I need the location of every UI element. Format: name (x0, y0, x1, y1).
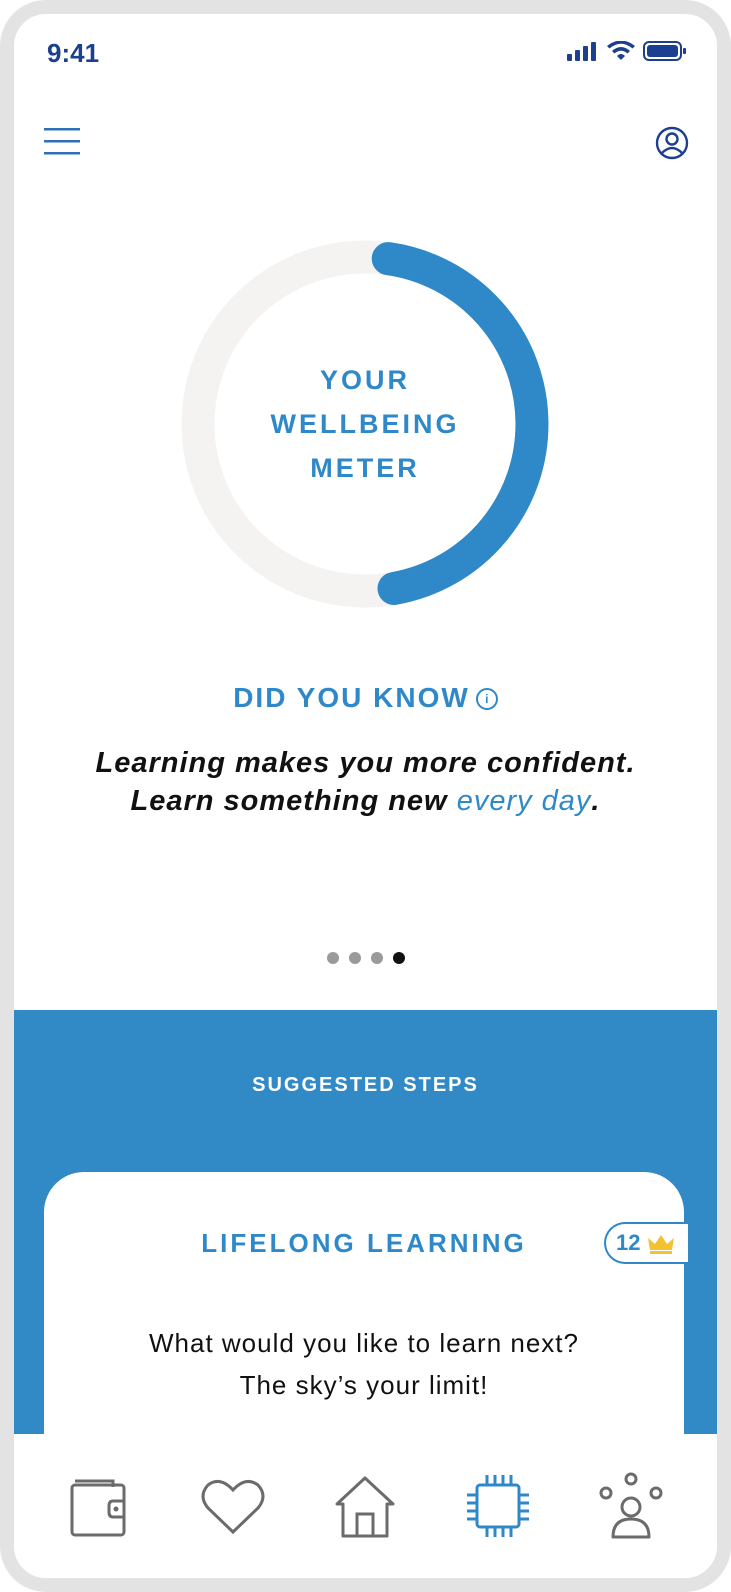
tab-community[interactable] (594, 1469, 668, 1543)
card-text: What would you like to learn next? The s… (44, 1322, 684, 1406)
phone-frame: 9:41 YOUR WELLBEING METER DID YOU KNOW i… (0, 0, 731, 1592)
community-icon (599, 1472, 663, 1539)
info-icon[interactable]: i (475, 688, 498, 710)
wellbeing-meter[interactable]: YOUR WELLBEING METER (177, 236, 553, 612)
card-text-line2: The sky’s your limit! (239, 1370, 489, 1400)
suggested-steps-title: SUGGESTED STEPS (252, 1074, 479, 1096)
pager-dot[interactable] (326, 952, 339, 964)
home-icon (335, 1476, 395, 1538)
meter-label: YOUR WELLBEING METER (177, 236, 553, 612)
status-icons (567, 40, 687, 62)
signal-icon (567, 42, 596, 61)
screen: 9:41 YOUR WELLBEING METER DID YOU KNOW i… (14, 14, 717, 1578)
profile-icon[interactable] (655, 126, 689, 160)
card-title: LIFELONG LEARNING (201, 1228, 527, 1258)
fact-end: . (591, 785, 601, 817)
chip-icon (467, 1475, 530, 1537)
tab-home[interactable] (328, 1469, 402, 1543)
suggested-steps-section: SUGGESTED STEPS LIFELONG LEARNING 12 Wha… (14, 1010, 717, 1492)
pager-dot[interactable] (370, 952, 383, 964)
crown-icon (648, 1235, 675, 1254)
wifi-icon (607, 41, 635, 60)
fact-highlight: every day (456, 785, 592, 817)
badge-value: 12 (616, 1230, 641, 1255)
tab-chip[interactable] (461, 1469, 535, 1543)
meter-label-line2: WELLBEING (270, 409, 460, 439)
card-text-line1: What would you like to learn next? (149, 1328, 579, 1358)
did-you-know-title: DID YOU KNOW (233, 682, 470, 713)
did-you-know-fact: Learning makes you more confident. Learn… (74, 744, 657, 820)
menu-icon[interactable] (44, 126, 80, 158)
tab-wallet[interactable] (63, 1469, 137, 1543)
meter-label-line1: YOUR (319, 365, 410, 395)
battery-icon (643, 41, 686, 61)
meter-label-line3: METER (310, 453, 420, 483)
status-time: 9:41 (47, 38, 100, 68)
bottom-tab-bar (14, 1434, 717, 1578)
reward-badge: 12 (604, 1222, 688, 1264)
heart-icon (201, 1479, 265, 1535)
did-you-know-heading: DID YOU KNOW i (14, 682, 717, 714)
tab-favorites[interactable] (196, 1469, 270, 1543)
pager-dots[interactable] (14, 952, 717, 964)
pager-dot[interactable] (348, 952, 361, 964)
pager-dot[interactable] (392, 952, 405, 964)
wallet-icon (70, 1479, 126, 1537)
